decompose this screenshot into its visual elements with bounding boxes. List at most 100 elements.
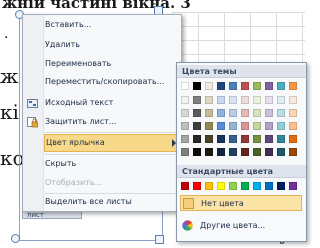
theme-shade-swatch[interactable] bbox=[181, 148, 189, 156]
theme-color-swatch[interactable] bbox=[193, 82, 201, 90]
theme-shade-swatch[interactable] bbox=[277, 96, 285, 104]
document-text-line-4: кі bbox=[0, 100, 19, 124]
document-text-line-2: · bbox=[4, 30, 9, 46]
theme-shade-swatch[interactable] bbox=[265, 96, 273, 104]
theme-shade-swatch[interactable] bbox=[229, 122, 237, 130]
theme-shade-swatch[interactable] bbox=[181, 122, 189, 130]
menu-item-select-all-sheets[interactable]: Выделить все листы bbox=[45, 194, 132, 210]
theme-shade-swatch[interactable] bbox=[253, 122, 261, 130]
theme-shade-swatch[interactable] bbox=[193, 122, 201, 130]
standard-color-swatch[interactable] bbox=[205, 182, 213, 190]
menu-icon-gutter bbox=[23, 15, 44, 211]
menu-item-tab-color[interactable]: Цвет ярлычка bbox=[44, 134, 183, 152]
standard-color-swatch[interactable] bbox=[241, 182, 249, 190]
theme-shade-swatch[interactable] bbox=[205, 135, 213, 143]
theme-color-swatch[interactable] bbox=[289, 82, 297, 90]
theme-color-swatch[interactable] bbox=[229, 82, 237, 90]
theme-shade-swatch[interactable] bbox=[289, 135, 297, 143]
theme-shade-swatch[interactable] bbox=[241, 135, 249, 143]
theme-shade-swatch[interactable] bbox=[229, 109, 237, 117]
theme-shade-swatch[interactable] bbox=[277, 109, 285, 117]
theme-shade-swatch[interactable] bbox=[241, 122, 249, 130]
theme-shade-swatch[interactable] bbox=[253, 96, 261, 104]
theme-shade-swatch[interactable] bbox=[205, 122, 213, 130]
resize-handle-bottom-left[interactable] bbox=[11, 234, 20, 243]
theme-shade-swatch[interactable] bbox=[277, 148, 285, 156]
theme-shade-swatch[interactable] bbox=[277, 122, 285, 130]
protect-sheet-icon bbox=[27, 117, 38, 128]
menu-item-insert[interactable]: Вставить... bbox=[45, 17, 91, 33]
theme-shade-swatch[interactable] bbox=[193, 148, 201, 156]
standard-color-swatch[interactable] bbox=[181, 182, 189, 190]
color-wheel-icon bbox=[182, 220, 193, 231]
theme-shade-swatch[interactable] bbox=[217, 135, 225, 143]
menu-item-hide[interactable]: Скрыть bbox=[45, 156, 76, 172]
theme-shade-swatch[interactable] bbox=[289, 96, 297, 104]
menu-separator bbox=[45, 132, 179, 133]
menu-separator bbox=[45, 154, 179, 155]
theme-shade-swatch[interactable] bbox=[217, 122, 225, 130]
standard-color-swatch[interactable] bbox=[193, 182, 201, 190]
sheet-tab-context-menu: Вставить... Удалить Переименовать Переме… bbox=[22, 14, 183, 212]
no-color-option[interactable]: Нет цвета bbox=[180, 195, 302, 211]
theme-shade-swatch[interactable] bbox=[181, 135, 189, 143]
theme-shade-swatch[interactable] bbox=[253, 148, 261, 156]
theme-shade-swatch[interactable] bbox=[217, 109, 225, 117]
menu-item-rename[interactable]: Переименовать bbox=[45, 56, 111, 72]
theme-shade-swatch[interactable] bbox=[205, 148, 213, 156]
standard-color-swatch[interactable] bbox=[253, 182, 261, 190]
standard-color-swatch[interactable] bbox=[277, 182, 285, 190]
theme-shade-swatch[interactable] bbox=[265, 135, 273, 143]
theme-shade-swatch[interactable] bbox=[241, 148, 249, 156]
standard-color-swatch[interactable] bbox=[229, 182, 237, 190]
menu-item-delete[interactable]: Удалить bbox=[45, 37, 80, 53]
menu-item-tab-color-label: Цвет ярлычка bbox=[46, 138, 105, 147]
theme-shade-swatch[interactable] bbox=[193, 109, 201, 117]
standard-color-swatch[interactable] bbox=[265, 182, 273, 190]
resize-handle-bottom-middle[interactable] bbox=[155, 235, 164, 244]
more-colors-option[interactable]: Другие цвета... bbox=[180, 218, 302, 234]
standard-color-swatch[interactable] bbox=[217, 182, 225, 190]
tab-color-palette: Цвета темы Стандартные цвета Нет цвета Д… bbox=[176, 62, 307, 242]
theme-shade-swatch[interactable] bbox=[289, 148, 297, 156]
theme-shade-swatch[interactable] bbox=[241, 109, 249, 117]
theme-color-swatch[interactable] bbox=[205, 82, 213, 90]
theme-shade-swatch[interactable] bbox=[265, 148, 273, 156]
no-color-label: Нет цвета bbox=[201, 199, 244, 208]
theme-shade-swatch[interactable] bbox=[193, 135, 201, 143]
theme-shade-swatch[interactable] bbox=[277, 135, 285, 143]
theme-shade-swatch[interactable] bbox=[265, 109, 273, 117]
theme-shade-swatch[interactable] bbox=[181, 96, 189, 104]
standard-colors-header: Стандартные цвета bbox=[177, 165, 306, 178]
more-colors-label: Другие цвета... bbox=[200, 221, 266, 230]
theme-shade-swatch[interactable] bbox=[241, 96, 249, 104]
theme-shade-swatch[interactable] bbox=[205, 109, 213, 117]
theme-shade-swatch[interactable] bbox=[229, 148, 237, 156]
theme-shade-swatch[interactable] bbox=[193, 96, 201, 104]
code-icon bbox=[27, 99, 38, 108]
menu-item-view-code[interactable]: Исходный текст bbox=[45, 95, 113, 111]
standard-color-swatch[interactable] bbox=[289, 182, 297, 190]
theme-color-swatch[interactable] bbox=[217, 82, 225, 90]
menu-item-move-copy[interactable]: Переместить/скопировать... bbox=[45, 74, 164, 90]
theme-shade-swatch[interactable] bbox=[181, 109, 189, 117]
theme-shade-swatch[interactable] bbox=[229, 96, 237, 104]
theme-shade-swatch[interactable] bbox=[217, 96, 225, 104]
theme-shade-swatch[interactable] bbox=[289, 109, 297, 117]
theme-color-swatch[interactable] bbox=[277, 82, 285, 90]
theme-color-swatch[interactable] bbox=[265, 82, 273, 90]
theme-colors-header: Цвета темы bbox=[177, 65, 306, 78]
theme-shade-swatch[interactable] bbox=[253, 109, 261, 117]
document-text-line-3: ж bbox=[0, 64, 19, 88]
theme-shade-swatch[interactable] bbox=[253, 135, 261, 143]
theme-shade-swatch[interactable] bbox=[229, 135, 237, 143]
menu-item-unhide: Отобразить... bbox=[45, 178, 103, 187]
theme-color-swatch[interactable] bbox=[181, 82, 189, 90]
theme-shade-swatch[interactable] bbox=[265, 122, 273, 130]
theme-shade-swatch[interactable] bbox=[289, 122, 297, 130]
menu-item-protect-sheet[interactable]: Защитить лист... bbox=[45, 114, 117, 130]
theme-color-swatch[interactable] bbox=[253, 82, 261, 90]
theme-shade-swatch[interactable] bbox=[217, 148, 225, 156]
theme-color-swatch[interactable] bbox=[241, 82, 249, 90]
theme-shade-swatch[interactable] bbox=[205, 96, 213, 104]
